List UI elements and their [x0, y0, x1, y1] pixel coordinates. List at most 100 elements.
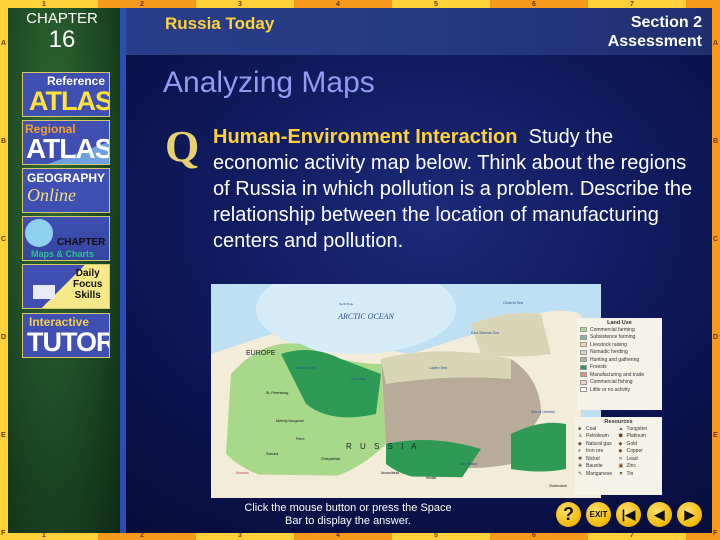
map-label: Moscow: [236, 471, 249, 475]
exit-button[interactable]: EXIT: [586, 502, 611, 527]
interactive-tutor-button[interactable]: Interactive TUTOR: [22, 313, 110, 358]
legend-item: ▼ Tin: [619, 470, 660, 478]
ruler-letter: B: [1, 138, 7, 145]
legend-label: Subsistence farming: [590, 334, 636, 341]
button-label: ATLAS: [26, 133, 110, 164]
legend-swatch: [580, 364, 587, 370]
map-label: Chelyabinsk: [321, 457, 341, 461]
globe-chart-icon: [25, 219, 53, 247]
resource-symbol-icon: ✱: [578, 455, 583, 462]
instruction-text: Click the mouse button or press the Spac…: [244, 502, 452, 527]
map-label: St. Petersburg: [266, 391, 289, 395]
regional-atlas-button[interactable]: Regional ATLAS: [22, 120, 110, 165]
legend-label: Manufacturing and trade: [590, 371, 645, 378]
chapter-badge: CHAPTER 16: [22, 10, 102, 53]
legend-label: Gold: [626, 440, 638, 447]
legend-label: Little or no activity: [590, 386, 631, 393]
legend-label: Lead: [626, 455, 638, 462]
legend-label: Commercial farming: [590, 326, 635, 333]
button-label: TUTOR: [27, 327, 110, 357]
chapter-label: CHAPTER: [26, 10, 98, 27]
map-label: Samara: [266, 452, 279, 456]
daily-focus-skills-button[interactable]: Daily Focus Skills: [22, 264, 110, 309]
section-label: Section 2 Assessment: [608, 13, 702, 51]
resource-symbol-icon: ◆: [618, 440, 623, 447]
legend-item: Subsistence farming: [580, 334, 659, 342]
legend-label: Nickel: [586, 455, 600, 462]
first-slide-button[interactable]: |◀: [616, 502, 641, 527]
skip-back-icon: |◀: [621, 507, 636, 522]
map-label: Laptev Sea: [429, 366, 447, 370]
button-label: Maps & Charts: [31, 249, 95, 259]
resource-symbol-icon: ■: [578, 425, 582, 432]
previous-button[interactable]: ◀: [647, 502, 672, 527]
resource-symbol-icon: ✚: [578, 463, 583, 470]
label-line: Skills: [74, 290, 101, 301]
legend-label: Petroleum: [586, 433, 609, 440]
legend-label: Tungsten: [626, 425, 648, 432]
legend-label: Natural gas: [586, 440, 612, 447]
legend-label: Commercial fishing: [590, 379, 633, 386]
label-line: Daily: [75, 268, 100, 279]
legend-item: ♙ Petroleum: [578, 433, 619, 441]
legend-swatch: [580, 387, 587, 393]
legend-item: ◆ Natural gas: [578, 440, 619, 448]
resource-symbol-icon: ◆: [578, 440, 582, 447]
ruler-number: 2: [140, 532, 144, 539]
legend-swatch: [580, 357, 587, 363]
next-button[interactable]: ▶: [677, 502, 702, 527]
reference-atlas-button[interactable]: Reference ATLAS: [22, 72, 110, 117]
section-sub: Assessment: [607, 33, 702, 50]
ruler-number: 1: [42, 1, 46, 8]
page-title: Analyzing Maps: [163, 66, 375, 99]
slide: CHAPTER 16 Russia Today Section 2 Assess…: [8, 8, 712, 533]
resources-legend: Resources ■ Coal ▲ Tungsten ♙ Petroleum ⬢ Plati…: [575, 417, 662, 495]
legend-item: ■ Coal: [578, 425, 619, 433]
button-label: Daily Focus Skills: [73, 268, 102, 301]
legend-swatch: [580, 327, 587, 333]
chapter-maps-charts-button[interactable]: CHAPTER Maps & Charts: [22, 216, 110, 261]
resource-symbol-icon: ≡: [578, 448, 581, 455]
map-label: Vladivostok: [549, 484, 567, 488]
legend-label: Zinc: [626, 463, 636, 470]
ruler-letter: E: [713, 432, 718, 439]
legend-item: ◆ Copper: [619, 448, 660, 456]
ruler-number: 5: [434, 1, 438, 8]
map-label: Nizhniy Novgorod: [276, 419, 304, 423]
ruler-letter: F: [713, 530, 718, 537]
chapter-title: Russia Today: [165, 14, 275, 33]
legend-item: Commercial farming: [580, 326, 659, 334]
legend-label: Manganese: [586, 470, 613, 477]
ruler-letter: D: [713, 334, 719, 341]
map-label: ARCTIC OCEAN: [338, 312, 394, 321]
legend-label: Platinum: [626, 433, 646, 440]
map-label: EUROPE: [246, 350, 276, 357]
resource-symbol-icon: ▣: [618, 463, 624, 470]
ruler-letter: F: [1, 530, 6, 537]
legend-swatch: [580, 334, 587, 340]
legend-item: Hunting and gathering: [580, 356, 659, 364]
ruler-letter: E: [1, 432, 6, 439]
legend-label: Tin: [626, 470, 634, 477]
legend-swatch: [580, 349, 587, 355]
land-use-legend: Land Use Commercial farming Subsistence f…: [577, 318, 662, 410]
map-label: Novosibirsk: [381, 471, 400, 475]
podium-icon: [33, 285, 55, 299]
chapter-number: 16: [48, 26, 76, 53]
resource-symbol-icon: ✕: [618, 455, 623, 462]
legend-item: Forests: [580, 364, 659, 372]
legend-item: ✱ Nickel: [578, 455, 619, 463]
ruler-letter: C: [713, 236, 719, 243]
section-number: Section 2: [630, 14, 702, 31]
legend-label: Iron ore: [586, 448, 604, 455]
resource-symbol-icon: ▲: [618, 425, 624, 432]
legend-swatch: [580, 342, 587, 348]
legend-item: ▲ Tungsten: [619, 425, 660, 433]
resource-symbol-icon: ♙: [578, 433, 583, 440]
ruler-number: 2: [140, 1, 144, 8]
legend-item: Commercial fishing: [580, 379, 659, 387]
legend-label: Copper: [626, 448, 643, 455]
help-button[interactable]: ?: [556, 502, 581, 527]
ruler-letter: B: [713, 138, 719, 145]
geography-online-button[interactable]: GEOGRAPHY Online: [22, 168, 110, 213]
